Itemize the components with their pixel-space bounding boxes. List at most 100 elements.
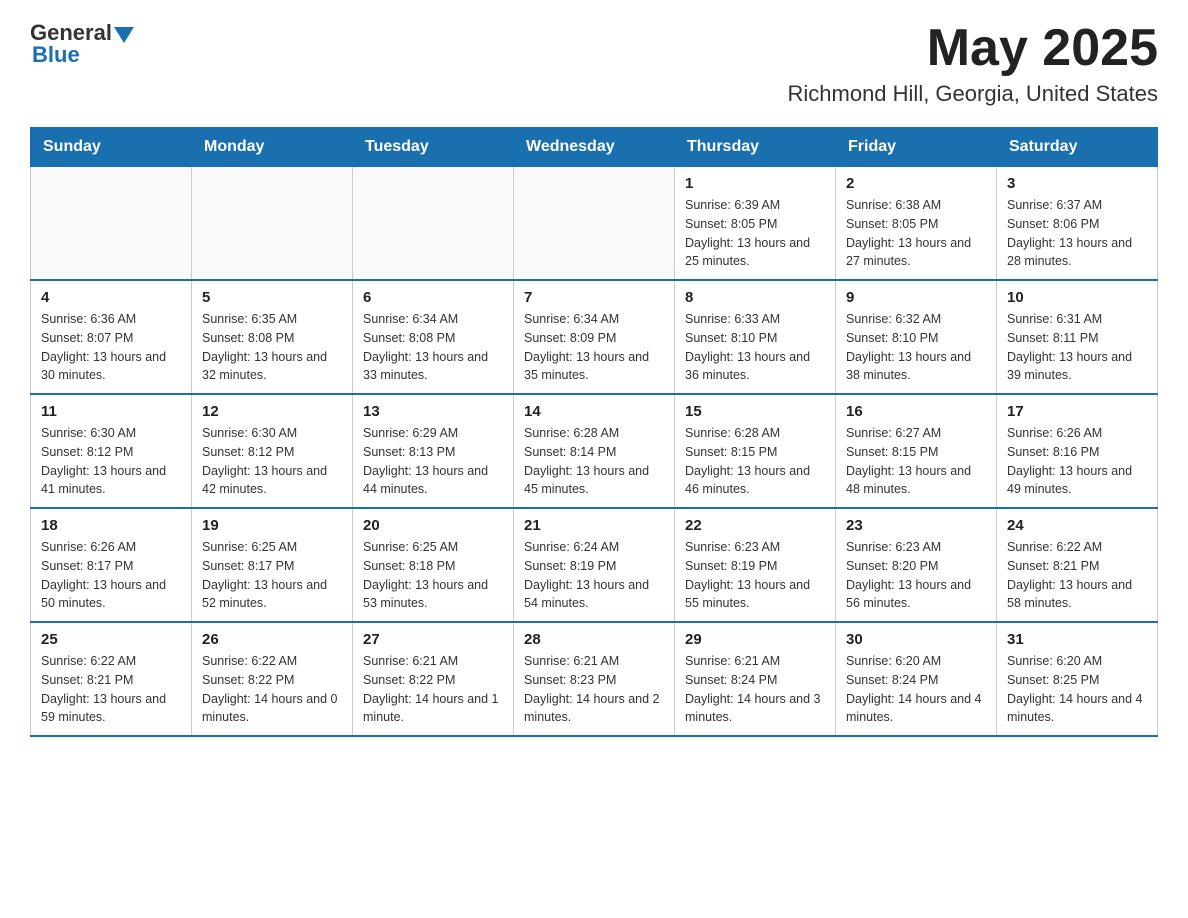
day-number: 31	[1007, 631, 1147, 648]
day-number: 17	[1007, 403, 1147, 420]
day-info: Sunrise: 6:36 AMSunset: 8:07 PMDaylight:…	[41, 310, 181, 385]
day-of-week-header: Thursday	[675, 128, 836, 167]
calendar-cell: 29 Sunrise: 6:21 AMSunset: 8:24 PMDayligh…	[675, 622, 836, 736]
day-info: Sunrise: 6:35 AMSunset: 8:08 PMDaylight:…	[202, 310, 342, 385]
day-info: Sunrise: 6:25 AMSunset: 8:17 PMDaylight:…	[202, 538, 342, 613]
calendar-cell: 7 Sunrise: 6:34 AMSunset: 8:09 PMDaylight…	[514, 280, 675, 394]
day-number: 5	[202, 289, 342, 306]
calendar-cell: 5 Sunrise: 6:35 AMSunset: 8:08 PMDaylight…	[192, 280, 353, 394]
day-of-week-header: Sunday	[31, 128, 192, 167]
calendar-cell: 22 Sunrise: 6:23 AMSunset: 8:19 PMDayligh…	[675, 508, 836, 622]
day-number: 4	[41, 289, 181, 306]
day-info: Sunrise: 6:30 AMSunset: 8:12 PMDaylight:…	[41, 424, 181, 499]
calendar-cell: 4 Sunrise: 6:36 AMSunset: 8:07 PMDaylight…	[31, 280, 192, 394]
calendar-title: May 2025	[788, 20, 1159, 77]
day-info: Sunrise: 6:38 AMSunset: 8:05 PMDaylight:…	[846, 196, 986, 271]
day-number: 20	[363, 517, 503, 534]
calendar-cell: 13Sunrise: 6:29 AMSunset: 8:13 PMDayligh…	[353, 394, 514, 508]
day-info: Sunrise: 6:23 AMSunset: 8:19 PMDaylight:…	[685, 538, 825, 613]
calendar-cell	[353, 167, 514, 281]
calendar-cell: 15 Sunrise: 6:28 AMSunset: 8:15 PMDayligh…	[675, 394, 836, 508]
day-number: 29	[685, 631, 825, 648]
day-of-week-header: Tuesday	[353, 128, 514, 167]
calendar-week-row: 4 Sunrise: 6:36 AMSunset: 8:07 PMDaylight…	[31, 280, 1158, 394]
calendar-cell: 14 Sunrise: 6:28 AMSunset: 8:14 PMDayligh…	[514, 394, 675, 508]
day-number: 14	[524, 403, 664, 420]
day-info: Sunrise: 6:32 AMSunset: 8:10 PMDaylight:…	[846, 310, 986, 385]
calendar-cell: 24 Sunrise: 6:22 AMSunset: 8:21 PMDayligh…	[997, 508, 1158, 622]
day-of-week-header: Saturday	[997, 128, 1158, 167]
day-number: 28	[524, 631, 664, 648]
day-number: 7	[524, 289, 664, 306]
day-number: 18	[41, 517, 181, 534]
day-number: 13	[363, 403, 503, 420]
calendar-cell: 26 Sunrise: 6:22 AMSunset: 8:22 PMDayligh…	[192, 622, 353, 736]
calendar-cell: 2 Sunrise: 6:38 AMSunset: 8:05 PMDaylight…	[836, 167, 997, 281]
day-info: Sunrise: 6:28 AMSunset: 8:15 PMDaylight:…	[685, 424, 825, 499]
day-of-week-header: Monday	[192, 128, 353, 167]
day-number: 23	[846, 517, 986, 534]
calendar-cell	[192, 167, 353, 281]
day-info: Sunrise: 6:22 AMSunset: 8:21 PMDaylight:…	[41, 652, 181, 727]
calendar-cell: 21 Sunrise: 6:24 AMSunset: 8:19 PMDayligh…	[514, 508, 675, 622]
calendar-week-row: 1Sunrise: 6:39 AMSunset: 8:05 PMDaylight…	[31, 167, 1158, 281]
day-info: Sunrise: 6:37 AMSunset: 8:06 PMDaylight:…	[1007, 196, 1147, 271]
calendar-cell: 28 Sunrise: 6:21 AMSunset: 8:23 PMDayligh…	[514, 622, 675, 736]
day-info: Sunrise: 6:34 AMSunset: 8:08 PMDaylight:…	[363, 310, 503, 385]
calendar-cell: 23 Sunrise: 6:23 AMSunset: 8:20 PMDayligh…	[836, 508, 997, 622]
day-info: Sunrise: 6:21 AMSunset: 8:23 PMDaylight:…	[524, 652, 664, 727]
day-of-week-header: Friday	[836, 128, 997, 167]
day-info: Sunrise: 6:21 AMSunset: 8:22 PMDaylight:…	[363, 652, 503, 727]
calendar-cell: 19Sunrise: 6:25 AMSunset: 8:17 PMDayligh…	[192, 508, 353, 622]
day-info: Sunrise: 6:24 AMSunset: 8:19 PMDaylight:…	[524, 538, 664, 613]
calendar-cell: 3 Sunrise: 6:37 AMSunset: 8:06 PMDaylight…	[997, 167, 1158, 281]
calendar-cell: 30 Sunrise: 6:20 AMSunset: 8:24 PMDayligh…	[836, 622, 997, 736]
day-info: Sunrise: 6:22 AMSunset: 8:22 PMDaylight:…	[202, 652, 342, 727]
day-number: 16	[846, 403, 986, 420]
day-number: 22	[685, 517, 825, 534]
day-info: Sunrise: 6:33 AMSunset: 8:10 PMDaylight:…	[685, 310, 825, 385]
day-info: Sunrise: 6:30 AMSunset: 8:12 PMDaylight:…	[202, 424, 342, 499]
day-number: 27	[363, 631, 503, 648]
day-number: 25	[41, 631, 181, 648]
day-info: Sunrise: 6:20 AMSunset: 8:24 PMDaylight:…	[846, 652, 986, 727]
calendar-cell: 20 Sunrise: 6:25 AMSunset: 8:18 PMDayligh…	[353, 508, 514, 622]
calendar-header-row: SundayMondayTuesdayWednesdayThursdayFrid…	[31, 128, 1158, 167]
day-info: Sunrise: 6:25 AMSunset: 8:18 PMDaylight:…	[363, 538, 503, 613]
calendar-cell: 12Sunrise: 6:30 AMSunset: 8:12 PMDayligh…	[192, 394, 353, 508]
day-number: 6	[363, 289, 503, 306]
calendar-cell: 17 Sunrise: 6:26 AMSunset: 8:16 PMDayligh…	[997, 394, 1158, 508]
day-info: Sunrise: 6:27 AMSunset: 8:15 PMDaylight:…	[846, 424, 986, 499]
day-number: 10	[1007, 289, 1147, 306]
logo: General Blue	[30, 20, 134, 68]
day-number: 11	[41, 403, 181, 420]
calendar-subtitle: Richmond Hill, Georgia, United States	[788, 81, 1159, 107]
day-of-week-header: Wednesday	[514, 128, 675, 167]
calendar-cell: 18Sunrise: 6:26 AMSunset: 8:17 PMDayligh…	[31, 508, 192, 622]
day-number: 1	[685, 175, 825, 192]
calendar-cell: 31 Sunrise: 6:20 AMSunset: 8:25 PMDayligh…	[997, 622, 1158, 736]
day-info: Sunrise: 6:23 AMSunset: 8:20 PMDaylight:…	[846, 538, 986, 613]
day-info: Sunrise: 6:22 AMSunset: 8:21 PMDaylight:…	[1007, 538, 1147, 613]
day-number: 21	[524, 517, 664, 534]
day-number: 3	[1007, 175, 1147, 192]
day-number: 26	[202, 631, 342, 648]
calendar-cell	[514, 167, 675, 281]
calendar-week-row: 25 Sunrise: 6:22 AMSunset: 8:21 PMDayligh…	[31, 622, 1158, 736]
day-info: Sunrise: 6:21 AMSunset: 8:24 PMDaylight:…	[685, 652, 825, 727]
calendar-cell: 1Sunrise: 6:39 AMSunset: 8:05 PMDaylight…	[675, 167, 836, 281]
page-header: General Blue May 2025 Richmond Hill, Geo…	[30, 20, 1158, 107]
day-info: Sunrise: 6:34 AMSunset: 8:09 PMDaylight:…	[524, 310, 664, 385]
day-info: Sunrise: 6:26 AMSunset: 8:16 PMDaylight:…	[1007, 424, 1147, 499]
day-number: 30	[846, 631, 986, 648]
day-number: 15	[685, 403, 825, 420]
day-number: 8	[685, 289, 825, 306]
day-number: 2	[846, 175, 986, 192]
day-info: Sunrise: 6:20 AMSunset: 8:25 PMDaylight:…	[1007, 652, 1147, 727]
calendar-cell: 25 Sunrise: 6:22 AMSunset: 8:21 PMDayligh…	[31, 622, 192, 736]
calendar-week-row: 11 Sunrise: 6:30 AMSunset: 8:12 PMDayligh…	[31, 394, 1158, 508]
calendar-table: SundayMondayTuesdayWednesdayThursdayFrid…	[30, 127, 1158, 737]
day-info: Sunrise: 6:28 AMSunset: 8:14 PMDaylight:…	[524, 424, 664, 499]
day-number: 24	[1007, 517, 1147, 534]
calendar-cell: 9Sunrise: 6:32 AMSunset: 8:10 PMDaylight…	[836, 280, 997, 394]
